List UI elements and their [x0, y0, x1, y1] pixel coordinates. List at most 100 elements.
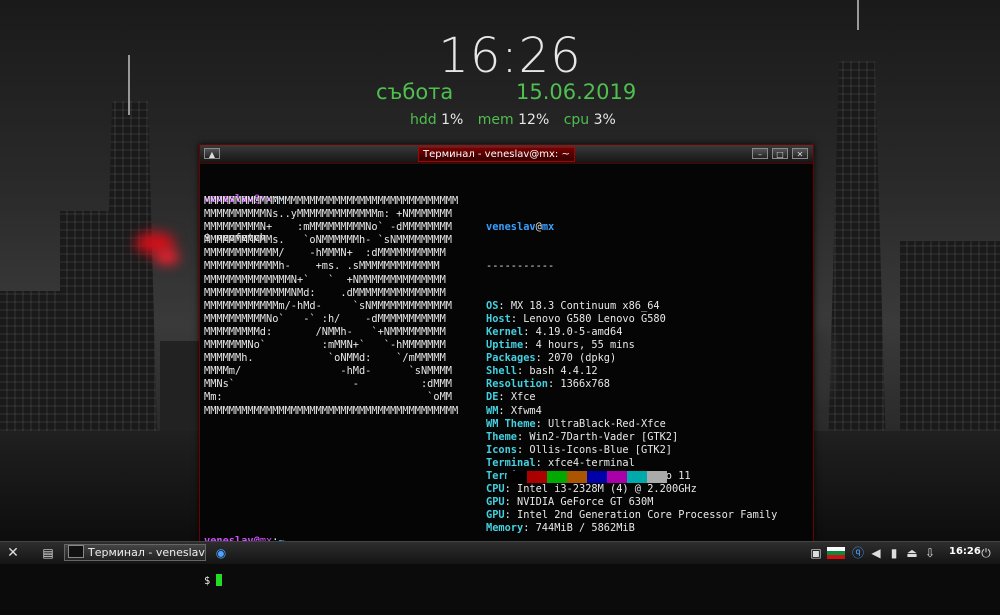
conky-stats: hdd 1% mem 12% cpu 3% [410, 112, 626, 128]
color-palette [507, 471, 667, 483]
info-key: Theme [486, 430, 517, 443]
palette-swatch [547, 471, 567, 483]
info-value: 2070 (dpkg) [548, 352, 617, 365]
ascii-line: MMMMMMMMMN+ :mMMMMMMMMMNo` -dMMMMMMMM [204, 221, 452, 234]
info-line: GPU: NVIDIA GeForce GT 630M [486, 496, 654, 509]
mx-logo-icon[interactable]: ✕ [5, 545, 21, 561]
stat-cpu-value: 3% [593, 112, 616, 128]
info-line: Resolution: 1366x768 [486, 378, 611, 391]
conky-clock: 16:26 [438, 28, 582, 84]
ascii-line: MMMMMMMMMMMMh- +ms. .sMMMMMMMMMMMMM [204, 260, 440, 273]
ascii-line: MMMMMMMMMMMMm/-hMd- `sNMMMMMMMMMMMMM [204, 299, 452, 312]
qbittorrent-icon[interactable]: ⓠ [850, 545, 866, 561]
info-key: GPU [486, 509, 505, 522]
info-line: WM Theme: UltraBlack-Red-Xfce [486, 417, 666, 430]
info-line: Icons: Ollis-Icons-Blue [GTK2] [486, 443, 672, 456]
chromium-icon[interactable]: ◉ [213, 545, 229, 561]
info-key: DE [486, 391, 499, 404]
palette-swatch [607, 471, 627, 483]
ascii-line: MMMMMMMMMMMM/ -hMMMN+ :dMMMMMMMMMMM [204, 247, 446, 260]
info-value: 1366x768 [560, 378, 611, 391]
palette-swatch [567, 471, 587, 483]
info-line: Memory: 744MiB / 5862MiB [486, 522, 635, 535]
palette-swatch [507, 471, 527, 483]
window-menu-button[interactable]: ▲ [204, 148, 220, 159]
info-value: Xfwm4 [510, 404, 542, 417]
terminal-content[interactable]: veneslav@mx:~ $ neofetch MMMMMMMMMMMMMMM… [204, 167, 809, 587]
system-info: veneslav@mx ----------- OS: MX 18.3 Cont… [486, 195, 777, 562]
info-value: Xfce [510, 391, 536, 404]
info-separator: ----------- [486, 260, 555, 273]
close-button[interactable]: ✕ [792, 148, 808, 159]
terminal-titlebar[interactable]: ▲ Терминал - veneslav@mx: ~ – □ ✕ [200, 145, 813, 164]
stat-mem-label: mem [477, 112, 514, 128]
info-line: WM: Xfwm4 [486, 404, 542, 417]
info-value: xfce4-terminal [548, 456, 635, 469]
info-value: Lenovo G580 Lenovo G580 [523, 312, 666, 325]
conky-date: 15.06.2019 [516, 80, 637, 104]
info-key: Memory [486, 522, 524, 535]
taskbar-terminal-button[interactable]: Терминал - veneslav@... [64, 544, 206, 561]
info-value: MX 18.3 Continuum x86_64 [510, 299, 660, 312]
ascii-line: MMMMMMMNo` :mMMN+` `-hMMMMMMM [204, 339, 446, 352]
ascii-line: MMMMm/ -hMd- `sNMMMM [204, 365, 452, 378]
info-key: WM [486, 404, 499, 417]
text-cursor [216, 574, 223, 587]
power-icon[interactable]: ⏻ [978, 545, 994, 561]
maximize-button[interactable]: □ [772, 148, 788, 159]
info-key: OS [486, 299, 499, 312]
terminal-window[interactable]: ▲ Терминал - veneslav@mx: ~ – □ ✕ venesl… [199, 144, 814, 587]
ascii-line: MMMMMMMMMMNo` -` :h/ -dMMMMMMMMMMM [204, 312, 446, 325]
task-label: Терминал - veneslav@... [88, 546, 205, 559]
info-line: Terminal: xfce4-terminal [486, 456, 635, 469]
info-line: GPU: Intel 2nd Generation Core Processor… [486, 509, 778, 522]
palette-swatch [587, 471, 607, 483]
info-line: Shell: bash 4.4.12 [486, 365, 598, 378]
conky-widget: 16:26 събота 15.06.2019 hdd 1% mem 12% c… [370, 28, 650, 128]
eject-icon[interactable]: ⏏ [904, 545, 920, 561]
info-value: NVIDIA GeForce GT 630M [517, 496, 654, 509]
info-line: DE: Xfce [486, 391, 536, 404]
info-value: Win2-7Darth-Vader [GTK2] [529, 430, 679, 443]
volume-icon[interactable]: ◀ [868, 545, 884, 561]
palette-swatch [627, 471, 647, 483]
ascii-line: MMMMMMMMMMNs..yMMMMMMMMMMMMMm: +NMMMMMMM [204, 208, 452, 221]
info-line: Kernel: 4.19.0-5-amd64 [486, 325, 623, 338]
info-key: Packages [486, 352, 536, 365]
box-icon[interactable]: ▣ [808, 545, 824, 561]
info-value: 744MiB / 5862MiB [535, 522, 635, 535]
info-header: veneslav@mx [486, 221, 555, 234]
info-key: Resolution [486, 378, 548, 391]
ascii-line: MMMMMMMMMMMMMMN+` ` +NMMMMMMMMMMMMMM [204, 273, 446, 286]
info-line: OS: MX 18.3 Continuum x86_64 [486, 299, 660, 312]
stat-cpu-label: cpu [563, 112, 590, 128]
ascii-line: MMMMMMMMMMMMMMNMd: .dMMMMMMMMMMMMMMM [204, 286, 446, 299]
info-value: Ollis-Icons-Blue [GTK2] [529, 443, 672, 456]
info-line: Theme: Win2-7Darth-Vader [GTK2] [486, 430, 679, 443]
minimize-button[interactable]: – [752, 148, 768, 159]
taskbar: ✕ ▤ Терминал - veneslav@... ◉ ▣ ⓠ ◀ ▮ ⏏ … [0, 541, 1000, 564]
info-key: Host [486, 312, 511, 325]
conky-weekday: събота [376, 80, 454, 104]
palette-swatch [527, 471, 547, 483]
info-value: Intel i3-2328M (4) @ 2.200GHz [517, 483, 697, 496]
info-header-user: veneslav [486, 221, 536, 234]
flag-bg-icon[interactable] [827, 547, 845, 559]
info-key: Icons [486, 443, 517, 456]
updater-icon[interactable]: ⇩ [922, 545, 938, 561]
ascii-line: MMMMMMh. `oNMMd: `/mMMMMM [204, 352, 446, 365]
info-value: 4.19.0-5-amd64 [535, 325, 623, 338]
stat-hdd-label: hdd [410, 112, 437, 128]
network-icon[interactable]: ▮ [886, 545, 902, 561]
info-value: bash 4.4.12 [529, 365, 598, 378]
info-line: Host: Lenovo G580 Lenovo G580 [486, 312, 666, 325]
ascii-line: MMMMMMMMMMMMMMMMMMMMMMMMMMMMMMMMMMMMMMMM… [204, 195, 459, 207]
tray-clock[interactable]: 16:26 [949, 546, 981, 557]
palette-swatch [647, 471, 667, 483]
info-key: Kernel [486, 325, 524, 338]
file-manager-icon[interactable]: ▤ [40, 545, 56, 561]
info-key: CPU [486, 483, 505, 496]
info-line: Packages: 2070 (dpkg) [486, 352, 617, 365]
stat-hdd-value: 1% [441, 112, 464, 128]
info-key: GPU [486, 496, 505, 509]
